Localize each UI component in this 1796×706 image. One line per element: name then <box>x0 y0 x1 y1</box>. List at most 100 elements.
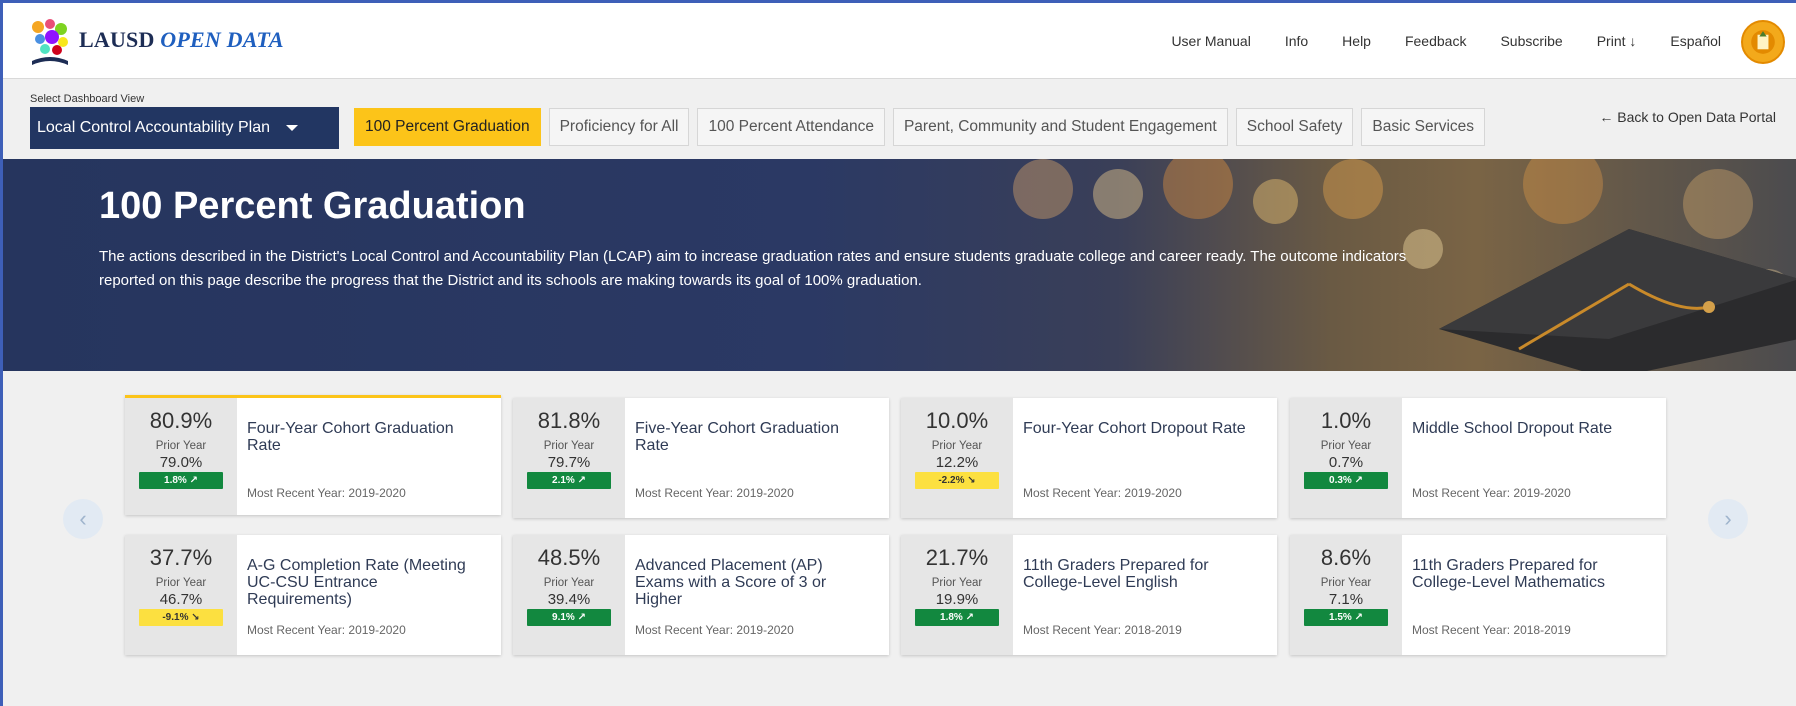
metric-value: 1.0% <box>1320 408 1372 433</box>
tab-parent-community-engagement[interactable]: Parent, Community and Student Engagement <box>892 108 1228 146</box>
change-value: 1.5% <box>1329 612 1352 623</box>
prior-year-value: 0.7% <box>1328 454 1364 471</box>
metric-card-11th-grade-math[interactable]: 8.6% Prior Year 7.1% 1.5% ↗ 11th Graders… <box>1290 535 1666 655</box>
tab-proficiency-for-all[interactable]: Proficiency for All <box>548 108 690 146</box>
hero-banner: 100 Percent Graduation The actions descr… <box>3 159 1796 371</box>
top-navigation-bar: LAUSD OPEN DATA User Manual Info Help Fe… <box>3 3 1796 79</box>
metrics-carousel: ‹ › 80.9% Prior Year 79.0% 1.8% ↗ Four-Y… <box>3 371 1796 706</box>
nav-info[interactable]: Info <box>1285 33 1308 49</box>
metric-value-panel: 37.7% Prior Year 46.7% -9.1% ↘ <box>125 535 237 655</box>
decorative-light <box>1323 159 1383 219</box>
metric-card-ap-exams[interactable]: 48.5% Prior Year 39.4% 9.1% ↗ Advanced P… <box>513 535 889 655</box>
metric-title: Four-Year Cohort Graduation Rate <box>247 420 454 454</box>
carousel-prev-button[interactable]: ‹ <box>63 499 103 539</box>
metric-card-four-year-dropout[interactable]: 10.0% Prior Year 12.2% -2.2% ↘ Four-Year… <box>901 398 1277 518</box>
carousel-next-button[interactable]: › <box>1708 499 1748 539</box>
change-value: 0.3% <box>1329 475 1352 486</box>
nav-espanol[interactable]: Español <box>1670 33 1721 49</box>
metric-card-11th-grade-english[interactable]: 21.7% Prior Year 19.9% 1.8% ↗ 11th Grade… <box>901 535 1277 655</box>
brand-name[interactable]: LAUSD OPEN DATA <box>79 27 284 53</box>
change-value: 1.8% <box>164 475 187 486</box>
metric-title: Advanced Placement (AP) Exams with a Sco… <box>635 557 827 608</box>
prior-year-label: Prior Year <box>931 577 983 589</box>
metric-value-panel: 1.0% Prior Year 0.7% 0.3% ↗ <box>1290 398 1402 518</box>
dashboard-view-label: Select Dashboard View <box>30 93 145 105</box>
dashboard-tabs: 100 Percent Graduation Proficiency for A… <box>354 108 1486 146</box>
metric-value-panel: 48.5% Prior Year 39.4% 9.1% ↗ <box>513 535 625 655</box>
metric-title: 11th Graders Prepared for College-Level … <box>1023 557 1209 591</box>
prior-year-label: Prior Year <box>1320 440 1372 452</box>
prior-year-value: 39.4% <box>547 591 591 608</box>
metric-value: 37.7% <box>149 545 213 570</box>
metric-value: 10.0% <box>925 408 989 433</box>
most-recent-year: Most Recent Year: 2019-2020 <box>635 486 794 500</box>
decorative-light <box>1253 179 1298 224</box>
tab-basic-services[interactable]: Basic Services <box>1361 108 1486 146</box>
change-badge: 1.5% ↗ <box>1304 609 1388 626</box>
metric-card-middle-school-dropout[interactable]: 1.0% Prior Year 0.7% 0.3% ↗ Middle Schoo… <box>1290 398 1666 518</box>
district-seal-icon[interactable] <box>1741 20 1785 64</box>
change-badge: 1.8% ↗ <box>915 609 999 626</box>
change-value: 1.8% <box>940 612 963 623</box>
change-badge: -2.2% ↘ <box>915 472 999 489</box>
dashboard-view-select[interactable]: Local Control Accountability Plan <box>30 107 339 149</box>
back-to-portal-link[interactable]: ← Back to Open Data Portal <box>1599 109 1776 125</box>
prior-year-label: Prior Year <box>931 440 983 452</box>
nav-user-manual[interactable]: User Manual <box>1171 33 1250 49</box>
most-recent-year: Most Recent Year: 2019-2020 <box>1023 486 1182 500</box>
page-frame: LAUSD OPEN DATA User Manual Info Help Fe… <box>0 0 1796 706</box>
prior-year-label: Prior Year <box>543 440 595 452</box>
nav-print[interactable]: Print ↓ <box>1597 33 1637 49</box>
metric-value-panel: 10.0% Prior Year 12.2% -2.2% ↘ <box>901 398 1013 518</box>
chevron-right-icon: › <box>1724 506 1732 531</box>
metric-title: Middle School Dropout Rate <box>1412 420 1613 437</box>
brand-accent: OPEN DATA <box>160 27 284 52</box>
prior-year-value: 7.1% <box>1328 591 1364 608</box>
metric-title: Four-Year Cohort Dropout Rate <box>1023 420 1246 437</box>
change-value: -2.2% <box>938 475 965 486</box>
change-badge: 0.3% ↗ <box>1304 472 1388 489</box>
metric-title: 11th Graders Prepared for College-Level … <box>1412 557 1605 591</box>
prior-year-value: 46.7% <box>159 591 203 608</box>
prior-year-value: 12.2% <box>935 454 979 471</box>
tab-school-safety[interactable]: School Safety <box>1235 108 1354 146</box>
prior-year-label: Prior Year <box>1320 577 1372 589</box>
graduation-cap-icon <box>1439 229 1796 371</box>
arrow-down-icon: ↓ <box>1629 33 1637 49</box>
most-recent-year: Most Recent Year: 2019-2020 <box>1412 486 1571 500</box>
tab-100-percent-attendance[interactable]: 100 Percent Attendance <box>697 108 885 146</box>
prior-year-value: 79.7% <box>547 454 591 471</box>
metric-value: 8.6% <box>1320 545 1372 570</box>
tab-100-percent-graduation[interactable]: 100 Percent Graduation <box>354 108 541 146</box>
nav-print-label: Print <box>1596 33 1626 49</box>
prior-year-label: Prior Year <box>155 440 207 452</box>
metric-value: 48.5% <box>537 545 601 570</box>
page-description: The actions described in the District's … <box>99 248 1407 289</box>
chevron-down-icon <box>286 125 299 131</box>
most-recent-year: Most Recent Year: 2018-2019 <box>1023 623 1182 637</box>
metric-value: 81.8% <box>537 408 601 433</box>
brand-main: LAUSD <box>79 27 155 52</box>
nav-subscribe[interactable]: Subscribe <box>1500 33 1562 49</box>
metric-card-ag-completion[interactable]: 37.7% Prior Year 46.7% -9.1% ↘ A-G Compl… <box>125 535 501 655</box>
prior-year-label: Prior Year <box>543 577 595 589</box>
lausd-logo-icon[interactable] <box>28 17 72 67</box>
metric-value-panel: 80.9% Prior Year 79.0% 1.8% ↗ <box>125 398 237 515</box>
decorative-light <box>1093 169 1143 219</box>
change-badge: 1.8% ↗ <box>139 472 223 489</box>
chevron-left-icon: ‹ <box>79 506 87 531</box>
header-nav: User Manual Info Help Feedback Subscribe… <box>1137 33 1721 49</box>
decorative-light <box>1163 159 1233 219</box>
metric-value-panel: 21.7% Prior Year 19.9% 1.8% ↗ <box>901 535 1013 655</box>
metric-title: A-G Completion Rate (Meeting UC-CSU Entr… <box>247 557 466 608</box>
nav-help[interactable]: Help <box>1342 33 1371 49</box>
nav-feedback[interactable]: Feedback <box>1405 33 1466 49</box>
metric-card-five-year-graduation[interactable]: 81.8% Prior Year 79.7% 2.1% ↗ Five-Year … <box>513 398 889 518</box>
metric-value: 21.7% <box>925 545 989 570</box>
prior-year-value: 79.0% <box>159 454 203 471</box>
change-value: 9.1% <box>552 612 575 623</box>
prior-year-label: Prior Year <box>155 577 207 589</box>
most-recent-year: Most Recent Year: 2018-2019 <box>1412 623 1571 637</box>
change-badge: -9.1% ↘ <box>139 609 223 626</box>
metric-card-four-year-graduation[interactable]: 80.9% Prior Year 79.0% 1.8% ↗ Four-Year … <box>125 395 501 515</box>
